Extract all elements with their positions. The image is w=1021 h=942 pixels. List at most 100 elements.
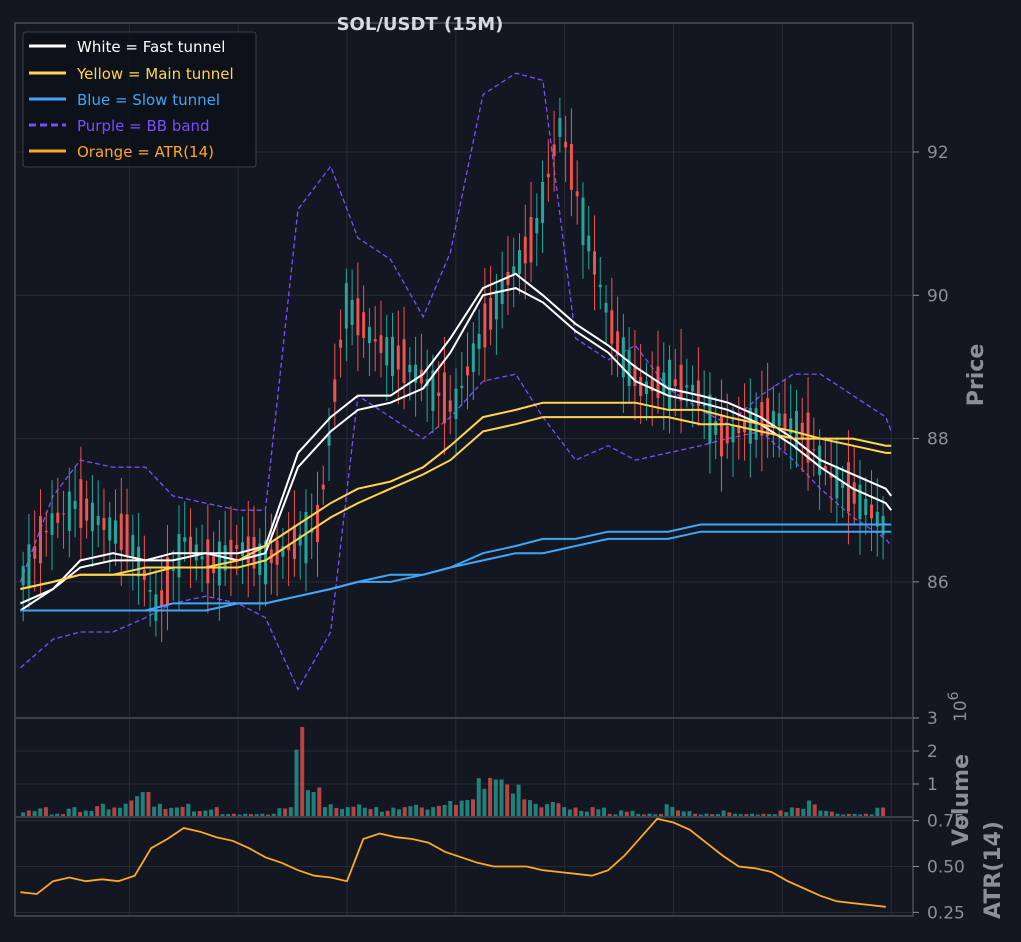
volume-bar xyxy=(527,800,532,817)
volume-bar xyxy=(493,779,498,817)
candle-body xyxy=(21,566,25,586)
volume-bar xyxy=(106,809,111,817)
candle-body xyxy=(189,536,193,553)
candle-body xyxy=(327,434,331,446)
volume-bar xyxy=(322,807,327,817)
candle-body xyxy=(800,422,804,439)
candle-body xyxy=(125,514,129,555)
volume-bar xyxy=(402,807,407,817)
candle-body xyxy=(367,327,371,344)
candle-body xyxy=(108,517,112,541)
candle-body xyxy=(90,502,94,532)
candle-body xyxy=(564,141,568,148)
candle-body xyxy=(102,517,106,530)
volume-bar xyxy=(146,792,151,817)
atr-tick-label: 0.50 xyxy=(927,858,965,878)
price-tick-label: 88 xyxy=(927,430,949,450)
candle-body xyxy=(708,394,712,444)
volume-bar xyxy=(351,806,356,817)
price-axis-label: Price xyxy=(964,344,989,406)
price-tick-label: 86 xyxy=(927,573,949,593)
volume-bar xyxy=(795,807,800,817)
candle-body xyxy=(33,546,37,559)
volume-bar xyxy=(436,805,441,817)
volume-bar xyxy=(283,808,288,817)
volume-bar xyxy=(169,807,174,817)
volume-bar xyxy=(545,804,550,817)
volume-bar xyxy=(488,777,493,817)
chart-title: SOL/USDT (15M) xyxy=(337,14,504,35)
volume-bar xyxy=(123,803,128,817)
volume-bar xyxy=(459,800,464,817)
candle-body xyxy=(379,335,383,353)
candle-body xyxy=(114,520,118,544)
volume-bar xyxy=(562,807,567,817)
volume-bar xyxy=(812,804,817,817)
candle-body xyxy=(870,504,874,519)
candle-body xyxy=(679,364,683,401)
volume-bar xyxy=(471,799,476,817)
candle-body xyxy=(858,484,862,520)
candle-body xyxy=(725,426,729,444)
candle-body xyxy=(362,312,366,338)
volume-bar xyxy=(157,803,162,817)
candle-body xyxy=(396,345,400,370)
volume-bar xyxy=(180,806,185,817)
volume-bar xyxy=(482,788,487,817)
candle-body xyxy=(529,217,533,263)
legend-label-fast: White = Fast tunnel xyxy=(77,38,225,56)
chart-svg: 868890921230.250.500.75 SOL/USDT (15M) P… xyxy=(0,0,1021,942)
candle-body xyxy=(350,299,354,326)
volume-bar xyxy=(43,807,48,817)
candle-body xyxy=(79,479,83,528)
candle-body xyxy=(477,333,481,350)
volume-bar xyxy=(556,803,561,817)
candle-body xyxy=(56,512,60,523)
volume-bar xyxy=(875,807,880,817)
volume-bar xyxy=(516,784,521,817)
volume-bar xyxy=(431,807,436,817)
candle-body xyxy=(321,484,325,490)
candle-body xyxy=(73,500,77,509)
candle-body xyxy=(471,343,475,372)
volume-bar xyxy=(334,807,339,817)
candle-body xyxy=(719,414,723,457)
volume-bar xyxy=(510,793,515,817)
volume-bar xyxy=(357,804,362,817)
candle-body xyxy=(235,545,239,549)
legend-label-main: Yellow = Main tunnel xyxy=(76,65,234,83)
candle-body xyxy=(483,303,487,348)
candle-body xyxy=(148,590,152,592)
candle-body xyxy=(385,337,389,366)
candle-body xyxy=(50,513,54,535)
volume-bar xyxy=(670,807,675,817)
volume-bar xyxy=(214,807,219,817)
candle-body xyxy=(575,191,579,197)
volume-bar xyxy=(288,807,293,817)
candle-body xyxy=(783,413,787,429)
candle-body xyxy=(552,144,556,157)
volume-bar xyxy=(522,799,527,817)
volume-bar xyxy=(590,807,595,817)
candle-body xyxy=(437,392,441,397)
atr-tick-label: 0.25 xyxy=(927,903,965,923)
volume-bar xyxy=(505,784,510,817)
volume-bar xyxy=(408,806,413,817)
candle-body xyxy=(44,530,48,533)
candle-body xyxy=(864,498,868,516)
candle-body xyxy=(604,303,608,313)
volume-bar xyxy=(453,804,458,817)
volume-bar xyxy=(140,792,145,817)
candle-body xyxy=(535,218,539,234)
candle-body xyxy=(333,379,337,402)
volume-bar xyxy=(95,806,100,817)
volume-bar xyxy=(573,807,578,817)
volume-bar xyxy=(294,749,299,817)
candle-body xyxy=(200,556,204,560)
volume-bar xyxy=(112,807,117,817)
volume-tick-label: 1 xyxy=(927,775,938,795)
legend: White = Fast tunnel Yellow = Main tunnel… xyxy=(22,31,257,168)
candle-body xyxy=(593,251,597,275)
volume-bar xyxy=(789,807,794,817)
volume-bar xyxy=(448,800,453,817)
